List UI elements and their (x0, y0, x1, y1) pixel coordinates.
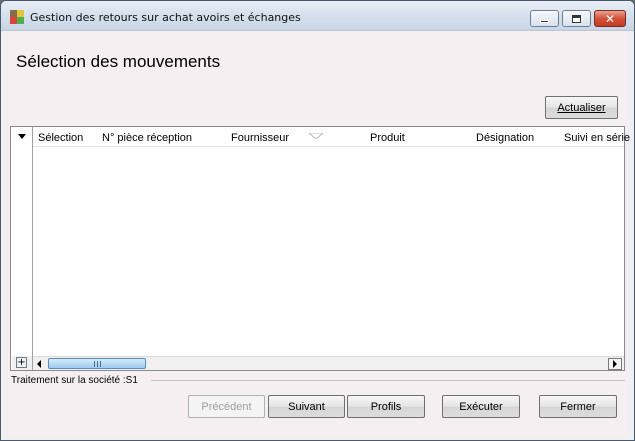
column-header-reception-number[interactable]: N° pièce réception (102, 132, 192, 144)
main-window: Gestion des retours sur achat avoirs et … (0, 0, 635, 441)
close-window-button[interactable]: ✕ (594, 10, 626, 27)
page-title: Sélection des mouvements (16, 52, 221, 71)
maximize-button[interactable] (562, 10, 591, 27)
expand-all-area: + (12, 356, 32, 370)
column-header-designation[interactable]: Désignation (476, 132, 534, 144)
close-icon: ✕ (604, 11, 616, 26)
refresh-button[interactable]: Actualiser (545, 96, 618, 119)
maximize-icon (572, 14, 581, 23)
previous-button[interactable]: Précédent (188, 395, 265, 418)
window-title: Gestion des retours sur achat avoirs et … (30, 11, 301, 24)
sort-indicator-icon (309, 133, 323, 139)
column-header-selection[interactable]: Sélection (38, 132, 83, 144)
client-area: Sélection des mouvements Actualiser Séle… (8, 31, 630, 435)
scroll-left-icon[interactable] (34, 358, 46, 370)
title-bar[interactable]: Gestion des retours sur achat avoirs et … (1, 1, 634, 31)
scroll-right-icon[interactable] (608, 358, 622, 370)
minimize-icon (540, 19, 549, 23)
column-chooser-icon[interactable] (18, 134, 26, 139)
grid-header: Sélection N° pièce réception Fournisseur… (11, 127, 630, 147)
column-header-product[interactable]: Produit (370, 132, 405, 144)
profiles-button[interactable]: Profils (347, 395, 425, 418)
row-selector-column[interactable] (11, 127, 33, 370)
movements-grid[interactable]: Sélection N° pièce réception Fournisseur… (10, 126, 630, 371)
scrollbar-thumb[interactable] (48, 358, 146, 369)
close-button[interactable]: Fermer (539, 395, 617, 418)
column-header-serial-tracking[interactable]: Suivi en série (564, 132, 630, 144)
column-header-supplier[interactable]: Fournisseur (231, 132, 289, 144)
next-button[interactable]: Suivant (268, 395, 345, 418)
horizontal-scrollbar[interactable] (33, 356, 624, 370)
app-icon[interactable] (10, 10, 24, 24)
grip-icon (94, 361, 101, 367)
expand-icon[interactable]: + (16, 357, 27, 368)
divider (151, 380, 625, 381)
minimize-button[interactable] (530, 10, 559, 27)
execute-button[interactable]: Exécuter (442, 395, 520, 418)
company-label: Traitement sur la société :S1 (11, 375, 138, 386)
